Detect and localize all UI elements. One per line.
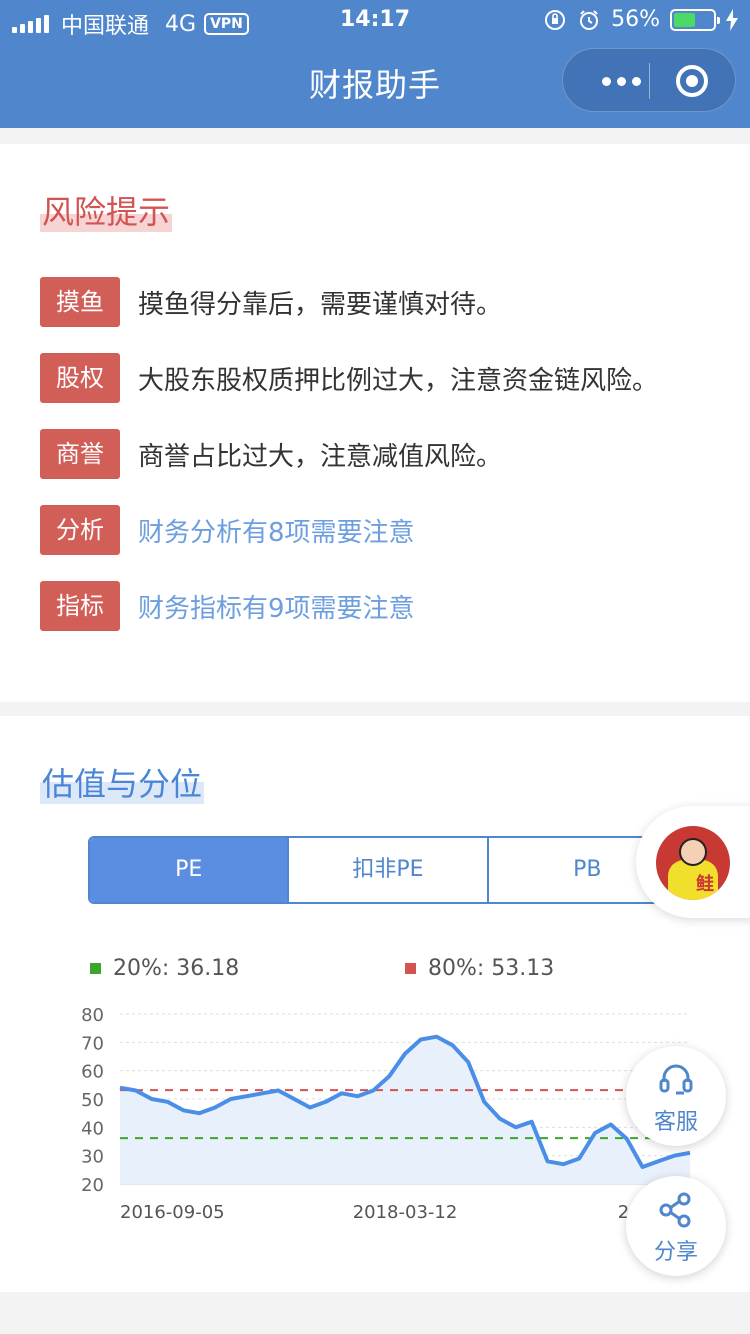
risk-tag: 商誉 <box>40 429 120 479</box>
service-label: 客服 <box>653 1110 698 1135</box>
share-icon <box>659 1192 691 1228</box>
y-tick-label: 60 <box>81 1062 104 1083</box>
share-button[interactable]: 分享 <box>626 1176 726 1276</box>
mascot-avatar: 鲑 <box>656 826 730 900</box>
valuation-section-title: 估值与分位 <box>40 764 205 804</box>
risk-tag: 指标 <box>40 581 120 631</box>
share-label: 分享 <box>653 1240 698 1265</box>
mascot-avatar-button[interactable]: 鲑 <box>636 806 750 918</box>
customer-service-button[interactable]: 客服 <box>626 1046 726 1146</box>
valuation-tabs: PE 扣非PE PB <box>88 836 688 904</box>
legend-p20: 20%: 36.18 <box>90 956 239 981</box>
charging-icon <box>726 8 738 31</box>
mascot-char: 鲑 <box>696 874 714 895</box>
risk-text: 大股东股权质押比例过大，注意资金链风险。 <box>138 365 659 396</box>
risk-text: 商誉占比过大，注意减值风险。 <box>138 441 503 472</box>
tab-pe[interactable]: PE <box>90 838 290 902</box>
battery-percent: 56% <box>611 7 660 32</box>
alarm-icon <box>580 9 599 30</box>
capsule-divider <box>649 63 650 99</box>
x-tick-label: 2018-03-12 <box>353 1202 458 1223</box>
risk-item: 商誉 商誉占比过大，注意减值风险。 <box>40 429 502 479</box>
close-target-icon[interactable] <box>676 65 708 97</box>
tab-non-recurring-pe[interactable]: 扣非PE <box>289 838 489 902</box>
y-tick-label: 20 <box>81 1175 104 1196</box>
battery-icon <box>670 8 720 31</box>
legend-swatch <box>90 963 101 974</box>
legend-p80: 80%: 53.13 <box>405 956 554 981</box>
y-tick-label: 40 <box>81 1118 104 1139</box>
more-menu-icon[interactable] <box>591 69 651 93</box>
risk-tag: 摸鱼 <box>40 277 120 327</box>
risk-item: 股权 大股东股权质押比例过大，注意资金链风险。 <box>40 353 658 403</box>
y-tick-label: 50 <box>81 1090 104 1111</box>
analysis-link[interactable]: 财务分析有8项需要注意 <box>138 512 415 549</box>
legend-swatch <box>405 963 416 974</box>
rotation-lock-icon <box>545 9 566 30</box>
risk-item-indicators[interactable]: 指标 财务指标有9项需要注意 <box>40 581 415 631</box>
pe-line-chart: 807060504030202016-09-052018-03-122019-0… <box>81 1005 720 1223</box>
y-tick-label: 70 <box>81 1033 104 1054</box>
risk-tag: 股权 <box>40 353 120 403</box>
risk-text: 摸鱼得分靠后，需要谨慎对待。 <box>138 289 503 320</box>
risk-tag: 分析 <box>40 505 120 555</box>
risk-card: 风险提示 摸鱼 摸鱼得分靠后，需要谨慎对待。 股权 大股东股权质押比例过大，注意… <box>0 144 750 702</box>
y-tick-label: 80 <box>81 1005 104 1026</box>
mini-program-capsule <box>562 48 736 112</box>
headset-icon <box>659 1064 693 1095</box>
y-tick-label: 30 <box>81 1147 104 1168</box>
risk-item-analysis[interactable]: 分析 财务分析有8项需要注意 <box>40 505 415 555</box>
risk-item: 摸鱼 摸鱼得分靠后，需要谨慎对待。 <box>40 277 502 327</box>
app-root: 中国联通 4G VPN 14:17 56% 财报助手 风险提示 摸鱼 摸鱼得分靠… <box>0 0 750 1334</box>
top-bar: 中国联通 4G VPN 14:17 56% 财报助手 <box>0 0 750 128</box>
x-tick-label: 2016-09-05 <box>120 1202 225 1223</box>
indicators-link[interactable]: 财务指标有9项需要注意 <box>138 588 415 625</box>
status-bar: 中国联通 4G VPN 14:17 56% <box>0 0 750 40</box>
legend-label: 20%: 36.18 <box>113 956 240 981</box>
legend-label: 80%: 53.13 <box>428 956 555 981</box>
risk-section-title: 风险提示 <box>40 192 173 232</box>
